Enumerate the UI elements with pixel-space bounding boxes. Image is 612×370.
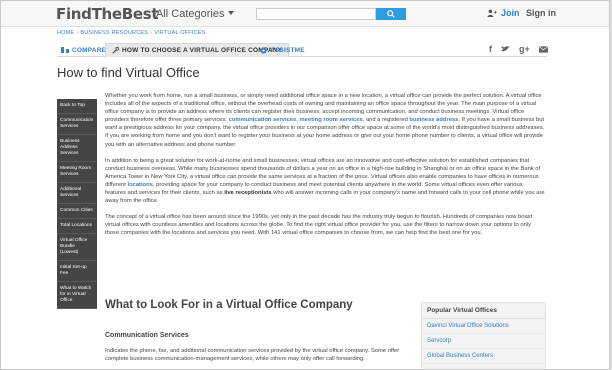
- breadcrumb-item[interactable]: HOME: [57, 30, 74, 36]
- search-button[interactable]: [376, 8, 406, 20]
- nav-item-virtual-office-bundle[interactable]: Virtual Office Bundle (Lowest): [57, 234, 97, 261]
- nav-item-business-address-services[interactable]: Business Address Services: [57, 135, 97, 162]
- page-frame: FindTheBest All Categories Join Sign in …: [0, 0, 610, 370]
- nav-item-what-to-watch[interactable]: What to Watch for in Virtual Office: [57, 282, 97, 309]
- paragraph: Whether you work from home, run a small …: [105, 93, 545, 148]
- business-address-link[interactable]: business address: [409, 117, 458, 123]
- nav-item-total-locations[interactable]: Total Locations: [57, 219, 97, 234]
- tab-bar: COMPARE HOW TO CHOOSE A VIRTUAL OFFICE C…: [57, 41, 547, 57]
- breadcrumb: HOME › BUSINESS RESOURCES › VIRTUAL OFFICES: [57, 30, 206, 36]
- popular-item[interactable]: Davinci Virtual Office Solutions: [422, 319, 545, 334]
- nav-item-initial-setup-fee[interactable]: Initial Set-up Fee: [57, 261, 97, 282]
- communication-services-link[interactable]: communication services: [229, 117, 297, 123]
- chevron-down-icon: [228, 11, 235, 15]
- article-body: Whether you work from home, run a small …: [105, 92, 545, 246]
- tab-compare[interactable]: COMPARE: [61, 43, 106, 57]
- breadcrumb-item[interactable]: VIRTUAL OFFICES: [154, 30, 205, 36]
- add-user-icon: [487, 9, 497, 17]
- nav-item-common-cities[interactable]: Common Cities: [57, 204, 97, 219]
- nav-item-additional-services[interactable]: Additional Services: [57, 183, 97, 204]
- nav-item-meeting-room-services[interactable]: Meeting Room Services: [57, 162, 97, 183]
- join-label: Join: [501, 8, 520, 18]
- breadcrumb-item[interactable]: BUSINESS RESOURCES: [80, 30, 148, 36]
- popular-item[interactable]: Servcorp: [422, 334, 545, 349]
- paragraph: In addition to being a great solution fo…: [105, 157, 545, 205]
- tab-label: HOW TO CHOOSE A VIRTUAL OFFICE COMPANY: [122, 47, 283, 54]
- sub-paragraph: Indicates the phone, fax, and additional…: [105, 348, 400, 363]
- meeting-room-services-link[interactable]: meeting room services: [300, 117, 363, 123]
- nav-item-communication-services[interactable]: Communication Services: [57, 114, 97, 135]
- tab-assistme[interactable]: ASSISTME: [260, 43, 305, 57]
- popular-title: Popular Virtual Offices: [422, 303, 545, 319]
- page-title: How to find Virtual Office: [57, 65, 200, 80]
- tab-label: COMPARE: [72, 46, 107, 54]
- googleplus-icon[interactable]: g+: [519, 44, 530, 54]
- signin-link[interactable]: Sign in: [526, 8, 556, 18]
- social-links: f g+: [489, 44, 548, 54]
- facebook-icon[interactable]: f: [489, 44, 492, 54]
- locations-link[interactable]: locations: [127, 182, 152, 188]
- nav-item-back-to-top[interactable]: Back to Top: [57, 99, 97, 114]
- search-icon: [387, 10, 395, 18]
- categories-label: All Categories: [156, 8, 225, 20]
- search-input[interactable]: [256, 8, 376, 20]
- popular-sidebar: Popular Virtual Offices Davinci Virtual …: [421, 302, 546, 369]
- tab-label: ASSISTME: [270, 46, 305, 54]
- live-receptionists-link[interactable]: live receptionists: [224, 190, 271, 196]
- categories-dropdown[interactable]: All Categories: [156, 8, 235, 20]
- popular-item[interactable]: Global Business Centers: [422, 349, 545, 364]
- section-title: What to Look For in a Virtual Office Com…: [105, 299, 353, 311]
- join-link[interactable]: Join: [487, 8, 520, 18]
- twitter-icon[interactable]: [501, 45, 510, 53]
- wrench-icon: [112, 47, 119, 54]
- paragraph: The concept of a virtual office has been…: [105, 214, 533, 237]
- section-nav: Back to Top Communication Services Busin…: [57, 99, 97, 309]
- site-logo[interactable]: FindTheBest: [56, 5, 159, 23]
- sub-heading: Communication Services: [105, 332, 189, 339]
- assist-icon: [260, 46, 267, 54]
- compare-icon: [61, 47, 69, 53]
- top-bar: FindTheBest All Categories Join Sign in: [1, 1, 609, 27]
- mail-icon[interactable]: [538, 45, 548, 53]
